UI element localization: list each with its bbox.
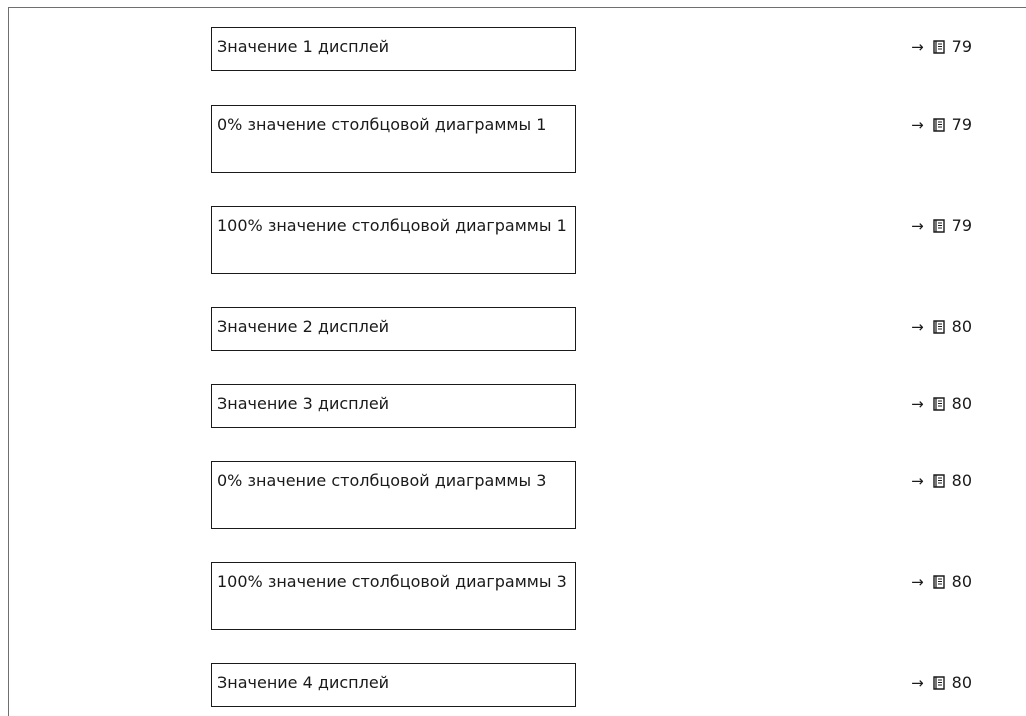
parameter-box: Значение 3 дисплей — [211, 384, 576, 428]
parameter-label: Значение 4 дисплей — [217, 673, 390, 692]
parameter-label: 100% значение столбцовой диаграммы 3 — [217, 572, 567, 591]
parameter-box: Значение 4 дисплей — [211, 663, 576, 707]
book-icon — [932, 676, 945, 690]
parameter-label: 0% значение столбцовой диаграммы 1 — [217, 115, 547, 134]
arrow-icon: → — [911, 674, 924, 692]
parameter-label: 0% значение столбцовой диаграммы 3 — [217, 471, 547, 490]
page-reference[interactable]: → 79 — [911, 214, 972, 238]
page-number: 79 — [951, 37, 972, 56]
book-icon — [932, 474, 945, 488]
arrow-icon: → — [911, 472, 924, 490]
page-number: 80 — [951, 394, 972, 413]
parameter-box: 0% значение столбцовой диаграммы 3 — [211, 461, 576, 529]
arrow-icon: → — [911, 395, 924, 413]
parameter-label: Значение 2 дисплей — [217, 317, 390, 336]
book-icon — [932, 397, 945, 411]
book-icon — [932, 575, 945, 589]
parameter-box: 100% значение столбцовой диаграммы 3 — [211, 562, 576, 630]
book-icon — [932, 40, 945, 54]
frame-top-border — [8, 7, 1026, 8]
book-icon — [932, 219, 945, 233]
arrow-icon: → — [911, 38, 924, 56]
page-reference[interactable]: → 80 — [911, 671, 972, 695]
parameter-box: 100% значение столбцовой диаграммы 1 — [211, 206, 576, 274]
frame-left-border — [8, 7, 9, 716]
parameter-box: 0% значение столбцовой диаграммы 1 — [211, 105, 576, 173]
arrow-icon: → — [911, 217, 924, 235]
page-number: 79 — [951, 115, 972, 134]
arrow-icon: → — [911, 318, 924, 336]
page-reference[interactable]: → 80 — [911, 469, 972, 493]
book-icon — [932, 320, 945, 334]
parameter-label: Значение 3 дисплей — [217, 394, 390, 413]
page-reference[interactable]: → 79 — [911, 35, 972, 59]
page-number: 80 — [951, 471, 972, 490]
page-number: 80 — [951, 317, 972, 336]
page-reference[interactable]: → 80 — [911, 570, 972, 594]
arrow-icon: → — [911, 116, 924, 134]
page-reference[interactable]: → 80 — [911, 392, 972, 416]
page-number: 79 — [951, 216, 972, 235]
page-reference[interactable]: → 80 — [911, 315, 972, 339]
page-number: 80 — [951, 673, 972, 692]
parameter-box: Значение 2 дисплей — [211, 307, 576, 351]
parameter-box: Значение 1 дисплей — [211, 27, 576, 71]
book-icon — [932, 118, 945, 132]
page-reference[interactable]: → 79 — [911, 113, 972, 137]
page-number: 80 — [951, 572, 972, 591]
parameter-label: 100% значение столбцовой диаграммы 1 — [217, 216, 567, 235]
arrow-icon: → — [911, 573, 924, 591]
parameter-label: Значение 1 дисплей — [217, 37, 390, 56]
